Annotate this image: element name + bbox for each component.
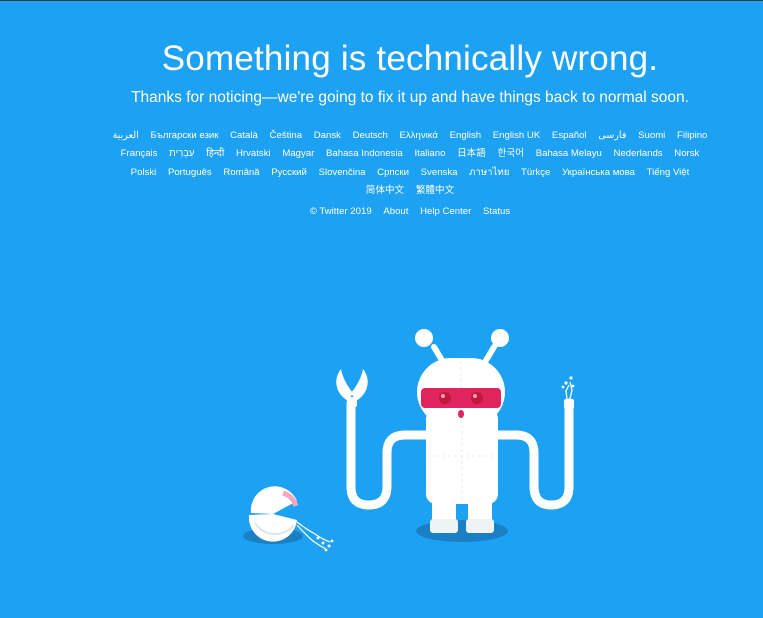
- right-arm: [489, 398, 574, 510]
- robot-shadow: [416, 520, 508, 542]
- broken-wire-icon: [561, 376, 575, 409]
- robot-left-eye: [439, 392, 451, 404]
- robot-visor: [421, 388, 501, 408]
- error-page: Something is technically wrong. Thanks f…: [0, 0, 763, 618]
- robot-mouth: [458, 410, 464, 418]
- broken-robot-illustration: [243, 329, 575, 552]
- robot-right-eye: [471, 392, 483, 404]
- claw-icon: [336, 369, 368, 407]
- left-arm: [346, 398, 436, 510]
